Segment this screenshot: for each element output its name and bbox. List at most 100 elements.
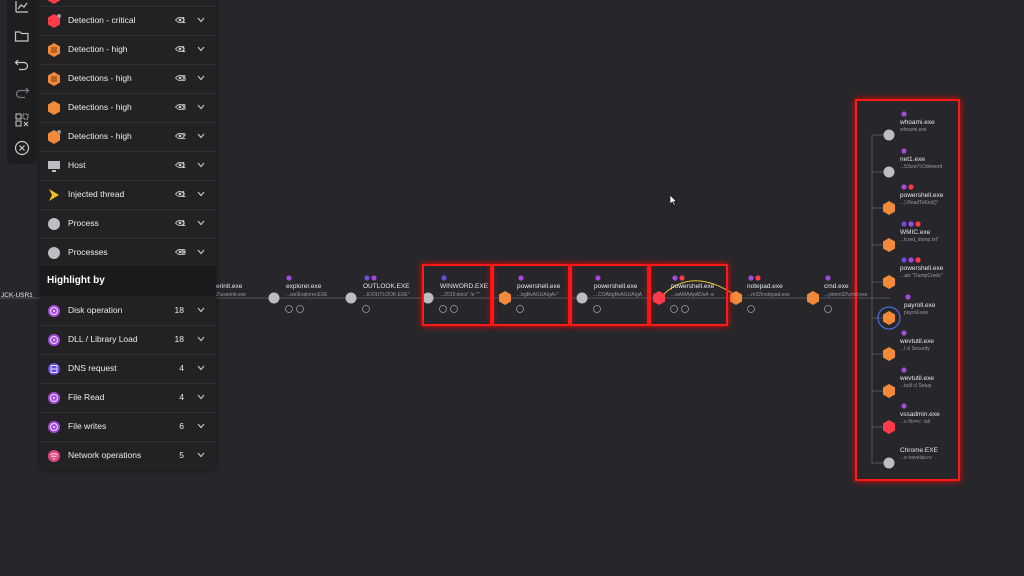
highlight-row-label: DNS request [68,363,117,373]
eye-icon[interactable] [175,74,185,82]
highlight-row[interactable]: File writes 6 [40,413,216,442]
child-label-8: vssadmin.exe [900,411,940,418]
chain-label-2: OUTLOOK.EXE [363,283,410,290]
orange-hexagon-icon [48,43,60,57]
chart-icon[interactable] [14,0,30,15]
chevron-down-icon[interactable] [197,336,205,342]
legend-row[interactable]: Process 1 [40,210,216,239]
highlight-row[interactable]: Network operations 5 [40,442,216,470]
host-label: JCK-USR1 [1,292,33,299]
chevron-down-icon[interactable] [197,365,205,371]
chain-sub-8: ...ystem32\cmd.exe [824,292,868,298]
eye-icon[interactable] [175,219,185,227]
child-sub-8: ...s /for=c: /all [900,419,930,425]
chain-sub-6: ...wAMAApADsA -e [671,292,715,298]
legend-panel: Detection - critical 1 Detection - high … [40,0,216,470]
close-circle-icon[interactable] [14,140,30,156]
highlight-row-label: Network operations [68,450,142,460]
chevron-down-icon[interactable] [197,249,205,255]
legend-row-label: Detection - high [68,44,128,54]
legend-row[interactable]: Detections - high 3 [40,94,216,123]
chain-label-5: powershell.exe [594,283,638,290]
highlight-row[interactable]: Disk operation 18 [40,297,216,326]
chevron-down-icon[interactable] [197,452,205,458]
process-node-notepad[interactable] [807,291,819,305]
chain-sub-7: ...m32\notepad.exe [747,292,790,298]
legend-row-label: Process [68,218,99,228]
chevron-down-icon[interactable] [197,220,205,226]
eye-icon[interactable] [175,132,185,140]
legend-row[interactable]: Injected thread 1 [40,181,216,210]
child-label-1: net1.exe [900,156,925,163]
chevron-down-icon[interactable] [197,394,205,400]
highlight-row[interactable]: DLL / Library Load 18 [40,326,216,355]
chevron-down-icon[interactable] [197,162,205,168]
child-sub-1: ...53cre7cOdeword [900,164,943,170]
orange-hexagon-icon [48,101,60,115]
legend-row[interactable]: Detection - high 1 [40,36,216,65]
chain-sub-0: Z\userinit.exe [216,292,247,298]
highlight-row-label: File Read [68,392,105,402]
chain-label-0: erinit.exe [216,283,243,290]
eye-icon[interactable] [175,45,185,53]
legend-row-partial[interactable] [40,0,216,7]
legend-row-label: Detections - high [68,131,132,141]
highlight-row[interactable]: DNS request 4 [40,355,216,384]
process-node-userinit[interactable] [268,292,280,304]
child-sub-2: ...).ReadToEnd()" [900,200,939,206]
file-write-icon [48,421,60,433]
child-label-9: Chrome.EXE [900,447,938,454]
child-label-0: whoami.exe [900,119,935,126]
chevron-down-icon[interactable] [197,423,205,429]
chevron-down-icon[interactable] [197,46,205,52]
child-sub-9: ...e travelair.ru [900,455,932,461]
chain-label-7: notepad.exe [747,283,783,290]
chain-sub-5: ...COAbgBvAGUAIgA [594,292,643,298]
highlight-section-header: Highlight by [40,266,216,296]
chevron-down-icon[interactable] [197,104,205,110]
eye-icon[interactable] [175,248,185,256]
redo-icon[interactable] [14,84,30,100]
monitor-icon [48,161,60,172]
chevron-down-icon[interactable] [197,17,205,23]
legend-row[interactable]: Host 1 [40,152,216,181]
left-toolbar [7,0,37,164]
chevron-down-icon[interactable] [197,307,205,313]
file-read-icon [48,392,60,404]
legend-row[interactable]: Detection - critical 1 [40,7,216,36]
chain-label-1: explorer.exe [286,283,322,290]
eye-icon[interactable] [175,161,185,169]
highlight-row-count: 4 [179,363,184,373]
chevron-down-icon[interactable] [197,191,205,197]
chain-label-4: powershell.exe [517,283,561,290]
legend-row[interactable]: Detections - high 3 [40,65,216,94]
network-icon [48,450,60,462]
child-sub-6: ...l cl Security [900,346,930,352]
red-hexagon-icon [48,0,60,4]
legend-row-label: Processes [68,247,108,257]
chevron-down-icon[interactable] [197,133,205,139]
highlight-row[interactable]: File Read 4 [40,384,216,413]
legend-row[interactable]: Detections - high 2 [40,123,216,152]
child-label-5: payroll.exe [904,302,936,309]
chain-label-8: cmd.exe [824,283,849,290]
child-label-6: wevtutil.exe [900,338,934,345]
eye-icon[interactable] [175,103,185,111]
child-label-2: powershell.exe [900,192,944,199]
eye-icon[interactable] [175,190,185,198]
highlight-row-count: 6 [179,421,184,431]
undo-icon[interactable] [14,56,30,72]
grey-circle-icon [48,247,60,259]
select-icon[interactable] [14,112,30,128]
eye-icon[interactable] [175,16,185,24]
legend-row-label: Host [68,160,86,170]
chain-label-6: powershell.exe [671,283,715,290]
chevron-down-icon[interactable] [197,75,205,81]
folder-icon[interactable] [14,28,30,44]
legend-row[interactable]: Processes 9 [40,239,216,268]
red-hexagon-icon [48,14,61,28]
disk-icon [48,305,60,317]
process-node-explorer[interactable] [345,292,357,304]
child-sub-0: whoami.exe [900,127,927,133]
child-label-3: WMIC.exe [900,229,931,236]
